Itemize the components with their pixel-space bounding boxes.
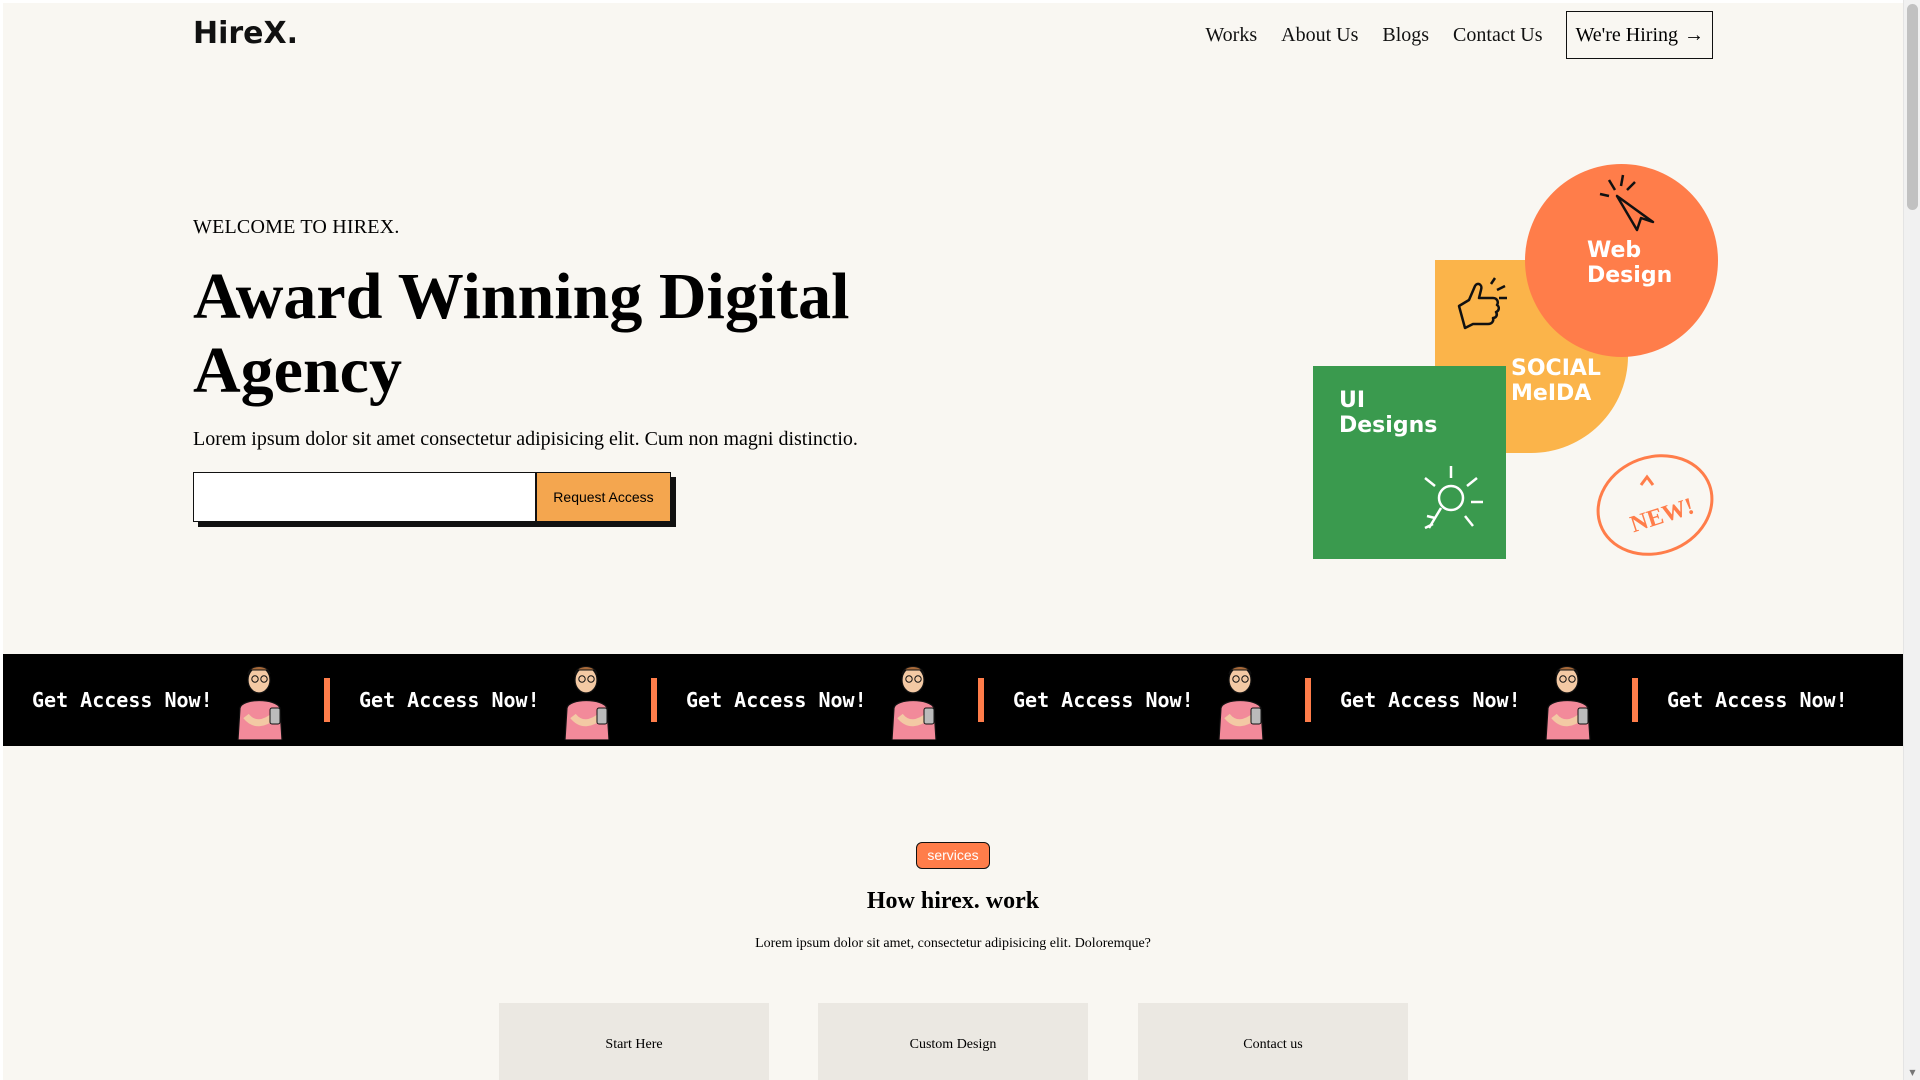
ticker-text: Get Access Now! (1667, 688, 1848, 712)
page: HireX. Works About Us Blogs Contact Us W… (3, 3, 1903, 1080)
cursor-click-icon (1599, 174, 1655, 232)
person-with-phone-icon (224, 660, 294, 740)
person-with-phone-icon (878, 660, 948, 740)
ui-designs-label: UI Designs (1339, 388, 1438, 438)
site-header: HireX. Works About Us Blogs Contact Us W… (3, 3, 1903, 63)
service-card-label: Start Here (605, 1037, 663, 1052)
nav-link-contact-us[interactable]: Contact Us (1453, 10, 1542, 60)
nav-link-about-us[interactable]: About Us (1281, 10, 1358, 60)
hero-title: Award Winning Digital Agency (193, 260, 850, 407)
service-card-custom-design[interactable]: Custom Design (818, 1003, 1088, 1080)
person-with-phone-icon (1532, 660, 1602, 740)
hirex-logo[interactable]: HireX. (193, 16, 305, 52)
ticker-text: Get Access Now! (32, 688, 213, 712)
ui-designs-tile: UI Designs (1313, 366, 1506, 559)
nav-link-works[interactable]: Works (1205, 10, 1257, 60)
main-nav: Works About Us Blogs Contact Us We're Hi… (1205, 10, 1713, 60)
ticker-item[interactable]: Get Access Now! (3, 660, 330, 740)
email-input[interactable] (193, 472, 536, 522)
new-stamp: NEW! (1593, 449, 1717, 564)
ticker-item[interactable]: Get Access Now! (1311, 660, 1638, 740)
hero-eyebrow: WELCOME TO HIREX. (193, 216, 400, 238)
page-scrollbar[interactable]: ▲ ▼ (1903, 0, 1920, 1080)
ticker-item[interactable]: Get Access Now! (330, 660, 657, 740)
social-media-label: SOCIAL MeIDA (1511, 356, 1601, 406)
person-with-phone-icon (551, 660, 621, 740)
new-badge-icon: NEW! (1596, 454, 1714, 556)
ticker-text: Get Access Now! (1013, 688, 1194, 712)
pen-tool-icon (1424, 466, 1483, 530)
person-with-phone-icon (1205, 660, 1275, 740)
access-ticker: Get Access Now! Get Access Now! Get Acce… (3, 654, 1903, 746)
service-card-start-here[interactable]: Start Here (499, 1003, 769, 1080)
svg-text:HireX.: HireX. (193, 17, 298, 47)
ticker-text: Get Access Now! (359, 688, 540, 712)
scroll-down-icon[interactable]: ▼ (1904, 1066, 1920, 1080)
service-card-label: Custom Design (909, 1037, 997, 1052)
services-title: How hirex. work (866, 888, 1040, 914)
hiring-button-label: We're Hiring (1575, 23, 1678, 46)
request-access-button[interactable]: Request Access (536, 472, 671, 522)
arrow-right-icon: → (1684, 23, 1704, 46)
ticker-item[interactable]: Get Access Now! (1638, 688, 1863, 712)
web-design-tile: Web Design (1525, 164, 1718, 357)
access-form: Request Access (193, 472, 671, 522)
logo-wordmark: HireX. (193, 16, 298, 51)
hiring-button[interactable]: We're Hiring → (1566, 11, 1713, 59)
ticker-item[interactable]: Get Access Now! (984, 660, 1311, 740)
thumbs-up-icon (1457, 277, 1507, 330)
ticker-text: Get Access Now! (1340, 688, 1521, 712)
ticker-text: Get Access Now! (686, 688, 867, 712)
services-subtitle: Lorem ipsum dolor sit amet, consectetur … (755, 936, 1151, 951)
web-design-label: Web Design (1587, 238, 1673, 288)
hero-subtitle: Lorem ipsum dolor sit amet consectetur a… (193, 428, 858, 450)
scroll-thumb[interactable] (1907, 4, 1918, 210)
nav-link-blogs[interactable]: Blogs (1382, 10, 1429, 60)
services-badge: services (916, 842, 990, 869)
ticker-item[interactable]: Get Access Now! (657, 660, 984, 740)
service-card-contact-us[interactable]: Contact us (1138, 1003, 1408, 1080)
svg-text:NEW!: NEW! (1627, 493, 1697, 538)
services-illustration: SOCIAL MeIDA Web Design UI Designs NEW! (1313, 161, 1718, 561)
service-card-label: Contact us (1243, 1037, 1303, 1052)
